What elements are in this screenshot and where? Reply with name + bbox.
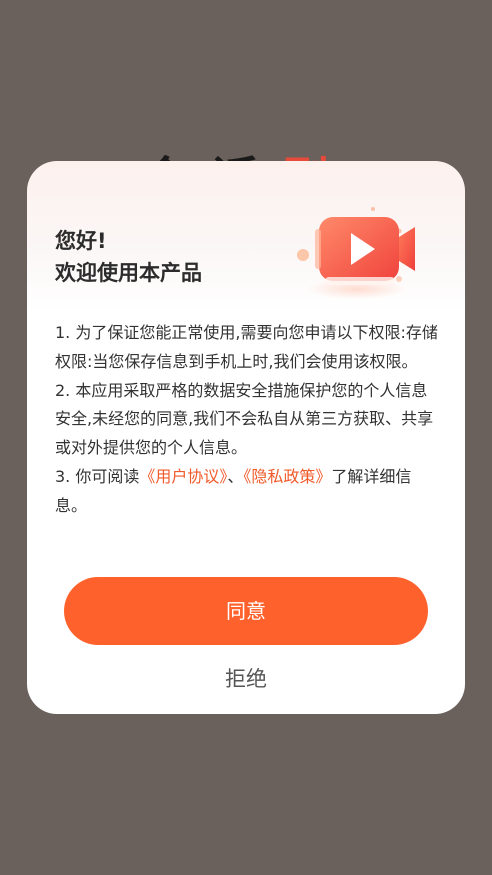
refuse-button[interactable]: 拒绝 [27, 661, 465, 697]
privacy-consent-dialog: 您好! 欢迎使用本产品 1. 为了保证您能正常使用,需要向您申请以下权限:存储权… [27, 161, 465, 714]
agree-button[interactable]: 同意 [64, 577, 428, 645]
permission-item-3: 3. 你可阅读《用户协议》、《隐私政策》了解详细信息。 [55, 463, 439, 521]
permission-item-1-intro: 1. 为了保证您能正常使用,需要向您申请以下权限: [55, 323, 406, 342]
greeting-welcome: 欢迎使用本产品 [55, 261, 202, 285]
greeting-hello: 您好! [55, 229, 107, 253]
permission-item-3-separator: 、 [227, 466, 244, 486]
video-camera-icon [297, 207, 415, 299]
permission-item-3-prefix: 3. 你可阅读 [55, 466, 140, 486]
permission-item-1: 1. 为了保证您能正常使用,需要向您申请以下权限:存储权限:当您保存信息到手机上… [55, 319, 439, 377]
dialog-greeting: 您好! 欢迎使用本产品 [55, 225, 202, 289]
user-agreement-link[interactable]: 《用户协议》 [139, 467, 227, 486]
privacy-policy-link[interactable]: 《隐私政策》 [243, 467, 331, 486]
permission-item-2: 2. 本应用采取严格的数据安全措施保护您的个人信息安全,未经您的同意,我们不会私… [55, 380, 434, 458]
permission-description: 1. 为了保证您能正常使用,需要向您申请以下权限:存储权限:当您保存信息到手机上… [55, 319, 439, 521]
